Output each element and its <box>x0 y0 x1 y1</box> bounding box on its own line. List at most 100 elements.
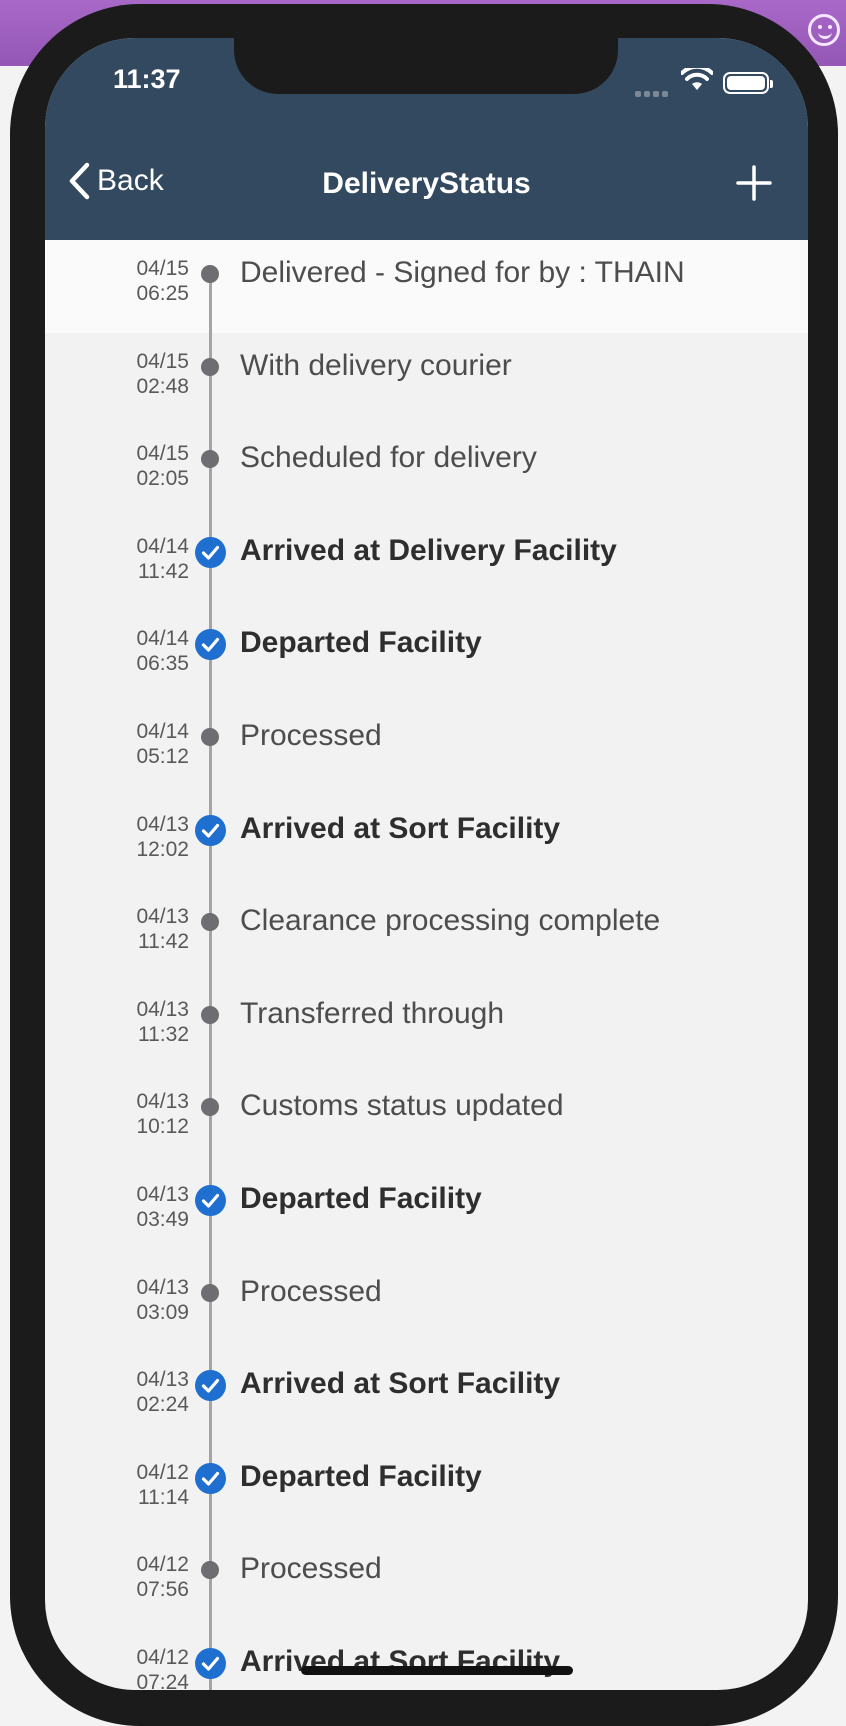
event-time: 02:48 <box>136 375 189 398</box>
event-label: Transferred through <box>240 997 505 1030</box>
event-label: Processed <box>240 1275 382 1308</box>
timeline-row[interactable]: 04/14 11:42 Arrived at Delivery Facility <box>45 518 808 611</box>
timeline-connector <box>209 1259 212 1352</box>
event-date: 04/14 06:35 <box>105 626 189 676</box>
status-dot-icon <box>201 1284 219 1302</box>
home-indicator <box>301 1666 573 1675</box>
event-time: 05:12 <box>136 745 189 768</box>
event-day: 04/13 <box>136 905 189 928</box>
phone-screen: 11:37 Back DeliveryStatus 04/15 06:25 Deli… <box>45 38 808 1690</box>
event-date: 04/13 11:32 <box>105 997 189 1047</box>
navigation-bar: Back DeliveryStatus <box>45 128 808 240</box>
timeline-connector <box>209 703 212 796</box>
event-date: 04/13 03:49 <box>105 1182 189 1232</box>
checkmark-icon <box>195 629 226 660</box>
timeline-row[interactable]: 04/12 11:14 Departed Facility <box>45 1444 808 1537</box>
timeline-connector <box>209 1536 212 1629</box>
status-dot-icon <box>201 1561 219 1579</box>
timeline-row[interactable]: 04/13 11:32 Transferred through <box>45 981 808 1074</box>
checkmark-icon <box>195 1648 226 1679</box>
event-label: Departed Facility <box>240 626 482 659</box>
timeline-row[interactable]: 04/13 10:12 Customs status updated <box>45 1073 808 1166</box>
delivery-timeline: 04/15 06:25 Delivered - Signed for by : TH… <box>45 240 808 1690</box>
event-date: 04/15 02:48 <box>105 349 189 399</box>
event-day: 04/14 <box>136 720 189 743</box>
timeline-row[interactable]: 04/15 02:48 With delivery courier <box>45 333 808 426</box>
timeline-row[interactable]: 04/12 07:56 Processed <box>45 1536 808 1629</box>
event-day: 04/13 <box>136 1368 189 1391</box>
timeline-connector <box>209 425 212 518</box>
event-label: Clearance processing complete <box>240 904 661 937</box>
status-dot-icon <box>201 358 219 376</box>
timeline-row[interactable]: 04/13 03:49 Departed Facility <box>45 1166 808 1259</box>
timeline-connector <box>209 888 212 981</box>
event-time: 10:12 <box>136 1115 189 1138</box>
event-day: 04/13 <box>136 998 189 1021</box>
timeline-row[interactable]: 04/14 06:35 Departed Facility <box>45 610 808 703</box>
timeline-row[interactable]: 04/14 05:12 Processed <box>45 703 808 796</box>
event-label: Arrived at Delivery Facility <box>240 534 617 567</box>
event-day: 04/14 <box>136 535 189 558</box>
checkmark-icon <box>195 1370 226 1401</box>
timeline-connector <box>209 981 212 1074</box>
event-date: 04/13 03:09 <box>105 1275 189 1325</box>
event-date: 04/15 02:05 <box>105 441 189 491</box>
event-label: Arrived at Sort Facility <box>240 812 561 845</box>
event-date: 04/13 12:02 <box>105 812 189 862</box>
event-date: 04/15 06:25 <box>105 256 189 306</box>
back-button-label: Back <box>97 164 164 197</box>
event-day: 04/15 <box>136 350 189 373</box>
status-dot-icon <box>201 450 219 468</box>
event-time: 11:42 <box>138 930 189 953</box>
event-day: 04/12 <box>136 1461 189 1484</box>
status-dot-icon <box>201 1006 219 1024</box>
event-time: 12:02 <box>136 838 189 861</box>
event-day: 04/13 <box>136 813 189 836</box>
timeline-row[interactable]: 04/15 02:05 Scheduled for delivery <box>45 425 808 518</box>
event-date: 04/12 11:14 <box>105 1460 189 1510</box>
status-time: 11:37 <box>113 64 181 94</box>
status-dot-icon <box>201 265 219 283</box>
timeline-row[interactable]: 04/13 11:42 Clearance processing complete <box>45 888 808 981</box>
event-label: Delivered - Signed for by : THAIN <box>240 256 685 289</box>
event-date: 04/12 07:56 <box>105 1552 189 1602</box>
timeline-row[interactable]: 04/13 02:24 Arrived at Sort Facility <box>45 1351 808 1444</box>
event-date: 04/14 05:12 <box>105 719 189 769</box>
cellular-signal-icon <box>635 84 675 97</box>
event-day: 04/13 <box>136 1276 189 1299</box>
timeline-connector <box>209 1073 212 1166</box>
event-day: 04/15 <box>136 442 189 465</box>
event-label: Departed Facility <box>240 1460 482 1493</box>
timeline-row[interactable]: 04/12 07:24 Arrived at Sort Facility <box>45 1629 808 1690</box>
event-day: 04/15 <box>136 257 189 280</box>
back-button[interactable]: Back <box>67 156 164 206</box>
event-time: 06:35 <box>136 652 189 675</box>
plus-icon[interactable] <box>733 162 775 204</box>
timeline-row[interactable]: 04/15 06:25 Delivered - Signed for by : TH… <box>45 240 808 333</box>
event-label: Departed Facility <box>240 1182 482 1215</box>
event-label: Processed <box>240 1552 382 1585</box>
event-label: With delivery courier <box>240 349 512 382</box>
event-day: 04/13 <box>136 1090 189 1113</box>
event-time: 07:56 <box>136 1578 189 1601</box>
timeline-connector <box>209 333 212 426</box>
event-time: 11:42 <box>138 560 189 583</box>
event-label: Processed <box>240 719 382 752</box>
timeline-row[interactable]: 04/13 12:02 Arrived at Sort Facility <box>45 796 808 889</box>
status-bar: 11:37 <box>45 38 808 128</box>
status-dot-icon <box>201 913 219 931</box>
timeline-row[interactable]: 04/13 03:09 Processed <box>45 1259 808 1352</box>
event-time: 02:05 <box>136 467 189 490</box>
smiley-icon <box>808 14 840 46</box>
event-date: 04/13 11:42 <box>105 904 189 954</box>
event-label: Customs status updated <box>240 1089 564 1122</box>
checkmark-icon <box>195 815 226 846</box>
event-label: Scheduled for delivery <box>240 441 537 474</box>
phone-frame: 11:37 Back DeliveryStatus 04/15 06:25 Deli… <box>10 4 838 1726</box>
event-time: 11:14 <box>138 1486 189 1509</box>
event-time: 11:32 <box>138 1023 189 1046</box>
event-label: Arrived at Sort Facility <box>240 1367 561 1400</box>
notch <box>234 38 618 94</box>
event-day: 04/13 <box>136 1183 189 1206</box>
event-time: 03:09 <box>136 1301 189 1324</box>
